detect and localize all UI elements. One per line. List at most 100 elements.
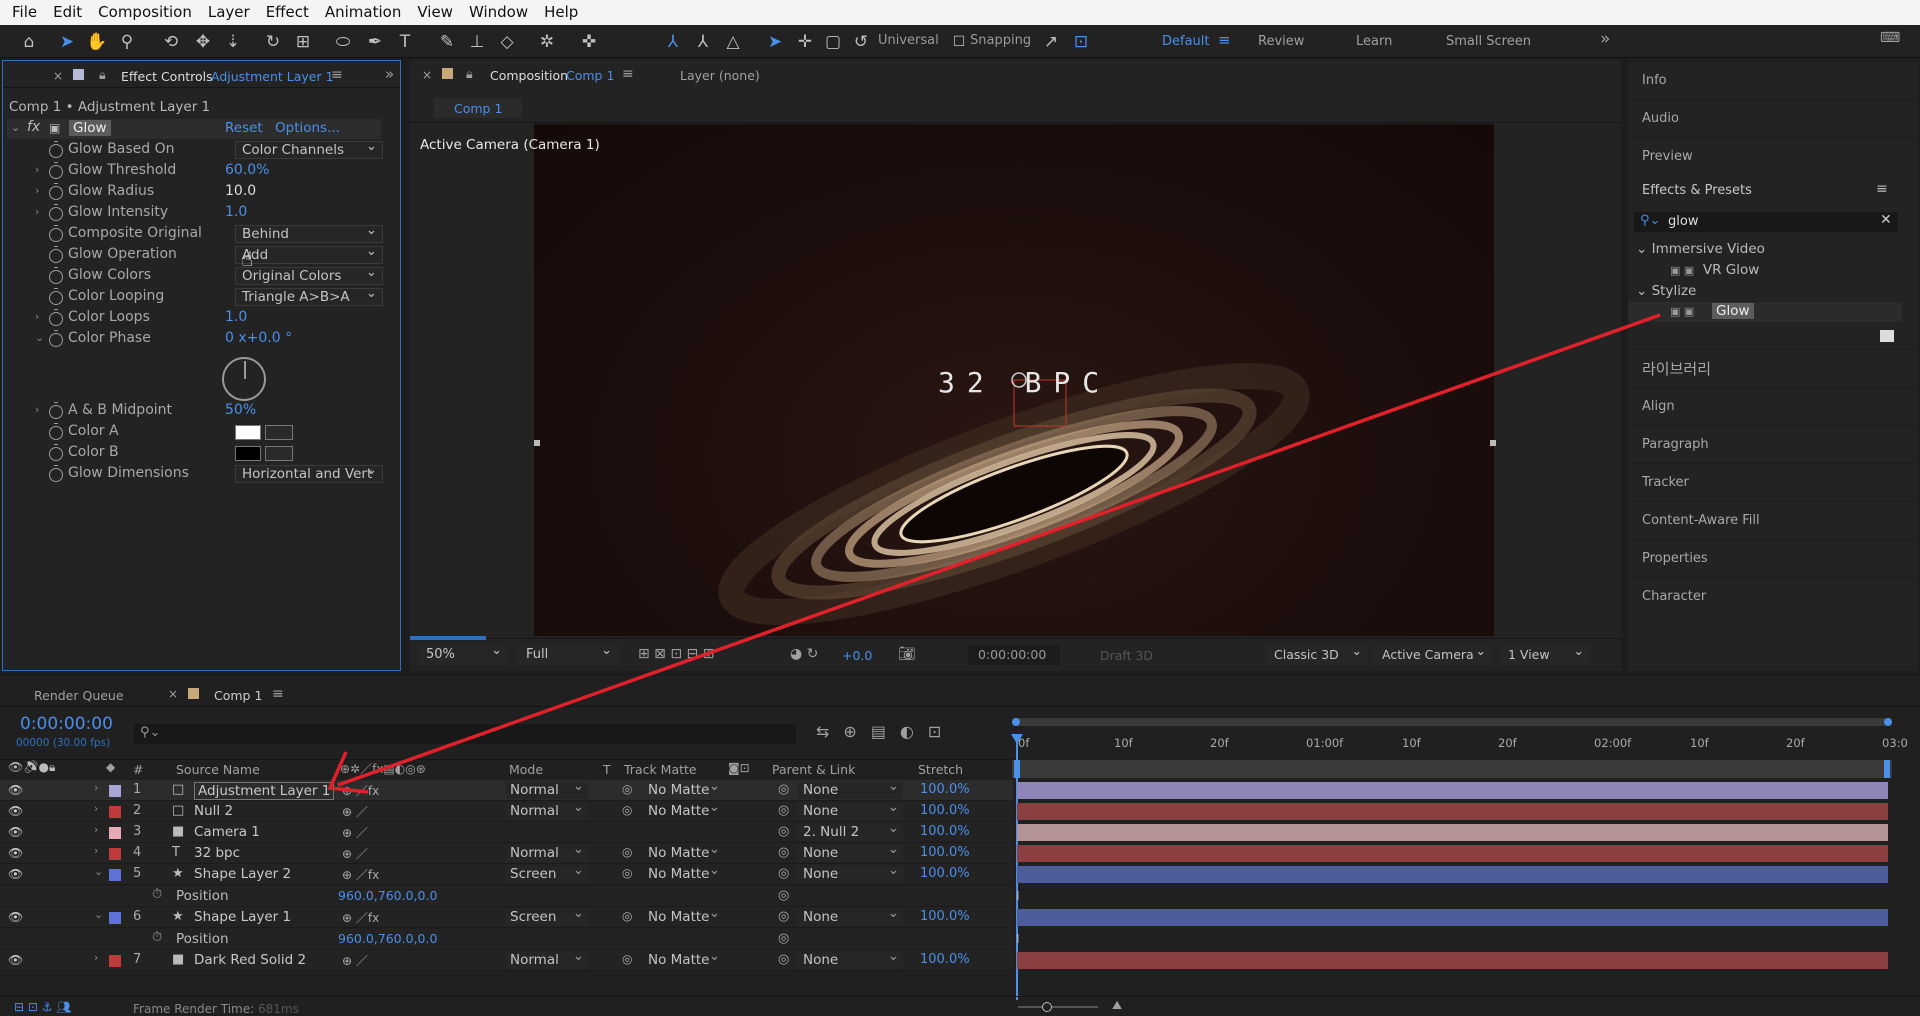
layer-name[interactable]: 32 bpc	[194, 845, 240, 861]
close-icon[interactable]: ×	[422, 68, 432, 82]
mode-select[interactable]: Normal	[506, 799, 588, 820]
pickwhip-icon[interactable]: ◎	[778, 845, 789, 860]
eye-icon[interactable]: 👁︎	[8, 804, 23, 818]
stretch-value[interactable]: 100.0%	[920, 845, 970, 860]
orbit-camera-icon[interactable]: ⟲	[160, 31, 182, 53]
property-value[interactable]: 960.0,760.0,0.0	[338, 931, 437, 946]
type-tool-icon[interactable]: T	[394, 31, 416, 53]
stopwatch-icon[interactable]	[49, 183, 63, 200]
layer-duration-bar[interactable]	[1017, 824, 1888, 841]
track-matte-select[interactable]: No Matte	[636, 778, 724, 799]
parent-select[interactable]: None	[797, 778, 903, 799]
collapse-panel-icon[interactable]: »	[385, 65, 394, 83]
clone-stamp-icon[interactable]: ⊥	[466, 31, 488, 53]
prop-value[interactable]: 1.0	[225, 204, 247, 220]
label-color[interactable]	[109, 869, 121, 881]
time-ruler[interactable]: 0f 10f 20f 01:00f 10f 20f 02:00f 10f 20f 03:0	[1012, 728, 1908, 752]
stopwatch-icon[interactable]	[49, 267, 63, 284]
mode-select[interactable]: Screen	[506, 905, 588, 926]
prop-select[interactable]: Color Channels	[235, 141, 383, 159]
workspace-learn[interactable]: Learn	[1356, 34, 1392, 49]
label-color[interactable]	[109, 827, 121, 839]
stopwatch-icon[interactable]: ⏱︎	[152, 887, 162, 902]
dolly-camera-icon[interactable]: ⇣	[222, 31, 244, 53]
effect-prop-glow-colors[interactable]: Glow Colors Original Colors	[11, 267, 401, 288]
stopwatch-icon[interactable]	[49, 423, 63, 440]
menu-effect[interactable]: Effect	[258, 0, 317, 25]
layer-switch-icons[interactable]: ⊕ ／	[342, 952, 368, 969]
matte-pickwhip-icon[interactable]: ◎	[622, 803, 632, 817]
label-color[interactable]	[109, 955, 121, 967]
prop-value[interactable]: 50%	[225, 402, 256, 418]
layer-name[interactable]: Camera 1	[194, 824, 260, 840]
work-area-bar[interactable]	[1012, 760, 1892, 778]
layer-switch-icons[interactable]: ⊕ ／fx	[342, 782, 379, 799]
panel-menu-icon[interactable]: ≡	[272, 686, 284, 702]
effect-prop-color-looping[interactable]: Color Looping Triangle A>B>A	[11, 288, 401, 309]
expand-twirl-icon[interactable]: ›	[35, 163, 39, 176]
prop-value[interactable]: 10.0	[225, 183, 256, 199]
pickwhip-icon[interactable]: ◎	[778, 866, 789, 881]
effect-prop-color-phase[interactable]: ⌄ Color Phase 0 x+0.0 °	[11, 330, 401, 351]
stopwatch-icon[interactable]	[49, 309, 63, 326]
layer-duration-bar[interactable]	[1017, 952, 1888, 969]
3d-move-icon[interactable]: ✛	[794, 31, 816, 53]
effect-prop-color-b[interactable]: Color B	[11, 444, 401, 465]
pickwhip-icon[interactable]: ◎	[778, 909, 789, 924]
effect-prop-glow-dimensions[interactable]: Glow Dimensions Horizontal and Vert	[11, 465, 401, 486]
effects-search-input[interactable]: ⚲⌄ glow ✕	[1634, 212, 1898, 232]
effect-controls-layer[interactable]: Adjustment Layer 1	[211, 69, 334, 84]
eye-icon[interactable]: 👁︎	[8, 783, 23, 797]
stopwatch-icon[interactable]	[49, 162, 63, 179]
label-color[interactable]	[109, 785, 121, 797]
views-select[interactable]: 1 View ⌄	[1500, 643, 1590, 665]
label-color[interactable]	[109, 806, 121, 818]
current-timecode[interactable]: 0:00:00:00	[20, 714, 113, 734]
timecode-field[interactable]: 0:00:00:00	[968, 645, 1060, 665]
view-axis-icon[interactable]: △	[722, 31, 744, 53]
label-color[interactable]	[109, 912, 121, 924]
menu-composition[interactable]: Composition	[90, 0, 200, 25]
stopwatch-icon[interactable]	[49, 402, 63, 419]
pickwhip-icon[interactable]: ◎	[778, 952, 789, 967]
expand-twirl-icon[interactable]: ›	[35, 310, 39, 323]
layer-row[interactable]: 👁︎ › 3 ■ Camera 1 ⊕ ／ ◎ 2. Null 2 100.0%	[0, 820, 1013, 843]
fx-icon[interactable]: fx	[27, 119, 40, 135]
tree-group-stylize[interactable]: ⌄ Stylize	[1636, 283, 1696, 299]
parent-select[interactable]: None	[797, 905, 903, 926]
eyedropper-icon[interactable]	[265, 425, 293, 440]
stopwatch-icon[interactable]	[49, 465, 63, 482]
panel-menu-icon[interactable]: ≡	[1876, 181, 1888, 197]
effect-prop-glow-threshold[interactable]: › Glow Threshold 60.0%	[11, 162, 401, 183]
renderer-select[interactable]: Classic 3D ⌄	[1266, 643, 1368, 665]
expand-twirl-icon[interactable]: ›	[94, 951, 98, 964]
layer-name[interactable]: Shape Layer 1	[194, 909, 291, 925]
puppet-pin-icon[interactable]: ✜	[578, 31, 600, 53]
camera-select[interactable]: Active Camera ...⌄	[1374, 645, 1492, 665]
pickwhip-icon[interactable]: ◎	[778, 888, 789, 903]
expand-twirl-icon[interactable]: ›	[35, 184, 39, 197]
effect-prop-color-a[interactable]: Color A	[11, 423, 401, 444]
pan-camera-icon[interactable]: ✥	[192, 31, 214, 53]
layer-switch-icons[interactable]: ⊕ ／	[342, 845, 368, 862]
effect-controls-tab[interactable]: Effect Controls	[121, 69, 213, 84]
local-axis-icon[interactable]: ⅄	[662, 31, 684, 53]
menu-edit[interactable]: Edit	[45, 0, 90, 25]
effect-header[interactable]: ⌄ fx ▣ Glow Reset Options...	[7, 119, 381, 139]
menu-layer[interactable]: Layer	[200, 0, 258, 25]
brush-tool-icon[interactable]: ✎	[436, 31, 458, 53]
eye-icon[interactable]: 👁︎	[8, 867, 23, 881]
zoom-tool-icon[interactable]: ⚲	[116, 31, 138, 53]
parent-select[interactable]: None	[797, 799, 903, 820]
property-value[interactable]: 960.0,760.0,0.0	[338, 888, 437, 903]
3d-scale-icon[interactable]: ▢	[822, 31, 844, 53]
roto-brush-icon[interactable]: ✲	[536, 31, 558, 53]
stretch-value[interactable]: 100.0%	[920, 782, 970, 797]
color-swatch[interactable]	[235, 425, 261, 440]
parent-select[interactable]: None	[797, 841, 903, 862]
new-folder-icon[interactable]	[1880, 330, 1894, 342]
keyframe-icon[interactable]: I	[1016, 932, 1020, 946]
panel-menu-icon[interactable]: ≡	[331, 67, 343, 83]
home-icon[interactable]: ⌂	[18, 31, 40, 53]
keyframe-icon[interactable]: I	[1016, 889, 1020, 903]
